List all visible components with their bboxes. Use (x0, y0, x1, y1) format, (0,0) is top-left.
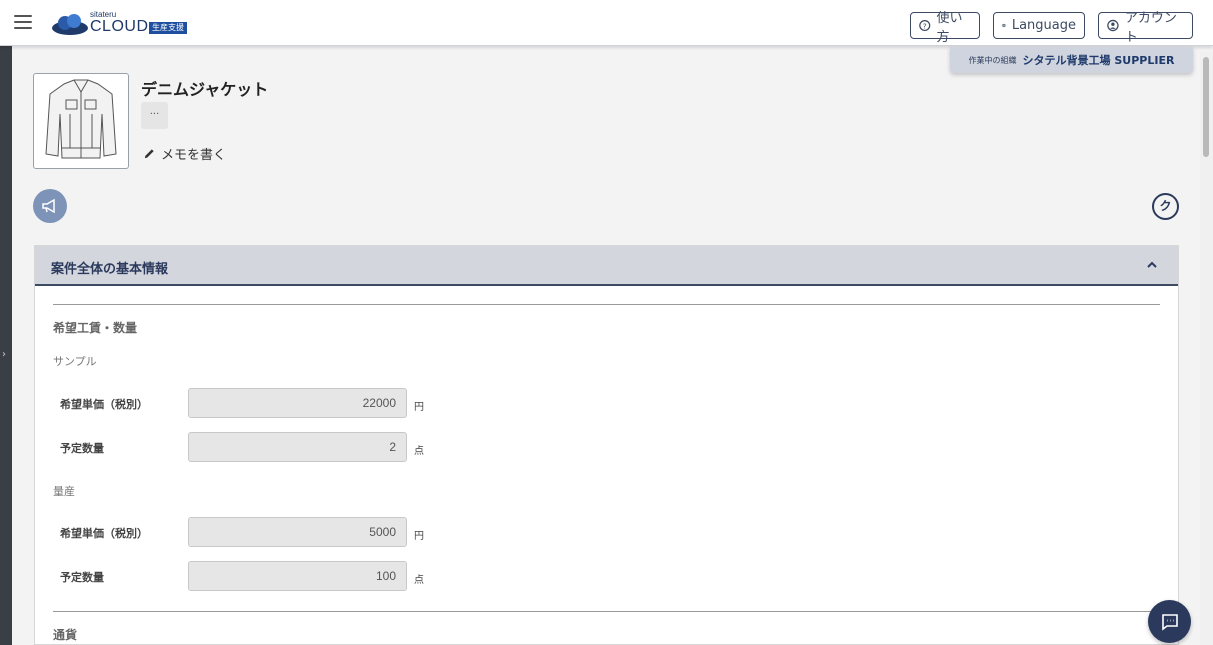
account-label: アカウント (1124, 10, 1177, 45)
section-title-wage-qty: 希望工賃・数量 (53, 321, 138, 335)
subsection-mass: 量産 (53, 485, 75, 498)
chevron-right-icon: › (2, 349, 6, 360)
org-name: シタテル背景工場 SUPPLIER (1022, 54, 1175, 67)
org-label: 作業中の組織 (968, 55, 1017, 65)
help-icon: ? (919, 19, 931, 32)
basic-info-panel: 案件全体の基本情報 希望工賃・数量 サンプル 希望単価（税別） 22000 円 … (34, 245, 1179, 645)
mass-qty-unit: 点 (414, 575, 424, 586)
app-logo[interactable]: sitateru CLOUD 生産支援 (51, 8, 196, 38)
chat-button[interactable] (1148, 600, 1191, 643)
sample-qty-input[interactable]: 2 (188, 432, 407, 462)
product-thumbnail[interactable] (33, 73, 129, 169)
account-button[interactable]: アカウント (1098, 11, 1193, 45)
k-circle-button[interactable]: ク (1152, 193, 1179, 220)
logo-main-text: CLOUD (90, 18, 149, 35)
scroll-thumb[interactable] (1203, 57, 1209, 157)
svg-text:?: ? (923, 21, 927, 30)
app-header: sitateru CLOUD 生産支援 ? 使い方 Language アカウント (0, 0, 1213, 46)
mass-price-input[interactable]: 5000 (188, 517, 407, 547)
mass-price-unit: 円 (414, 531, 424, 542)
account-icon (1107, 19, 1119, 32)
logo-badge: 生産支援 (149, 22, 187, 34)
megaphone-icon (42, 198, 55, 214)
divider (53, 611, 1160, 612)
sample-price-unit: 円 (414, 402, 424, 413)
pencil-icon (144, 149, 154, 159)
cloud-logo-icon (52, 14, 88, 35)
mass-qty-label: 予定数量 (60, 571, 104, 584)
globe-icon (1002, 23, 1006, 28)
panel-header[interactable]: 案件全体の基本情報 (35, 246, 1178, 286)
sample-price-label: 希望単価（税別） (60, 398, 148, 411)
product-title: デニムジャケット (141, 80, 269, 99)
mass-price-label: 希望単価（税別） (60, 527, 148, 540)
write-memo-link[interactable]: メモを書く (143, 144, 226, 163)
help-button[interactable]: ? 使い方 (910, 11, 980, 45)
mass-qty-input[interactable]: 100 (188, 561, 407, 591)
announcement-button[interactable] (33, 189, 67, 223)
chevron-up-icon[interactable] (1145, 258, 1159, 272)
sample-price-input[interactable]: 22000 (188, 388, 407, 418)
org-badge: 作業中の組織 シタテル背景工場 SUPPLIER (950, 47, 1193, 73)
panel-title: 案件全体の基本情報 (51, 262, 169, 277)
sample-qty-unit: 点 (414, 446, 424, 457)
section-title-currency: 通貨 (53, 628, 78, 642)
language-label: Language (1011, 18, 1076, 33)
divider (53, 304, 1160, 305)
sample-qty-label: 予定数量 (60, 442, 104, 455)
language-button[interactable]: Language (993, 12, 1085, 39)
scrollbar[interactable] (1200, 52, 1213, 645)
help-label: 使い方 (936, 10, 963, 45)
chat-icon (1161, 613, 1178, 631)
more-options-button[interactable]: ··· (141, 102, 168, 129)
jacket-image (45, 79, 117, 159)
side-drawer-handle[interactable]: › (0, 46, 12, 645)
subsection-sample: サンプル (53, 355, 97, 368)
menu-icon[interactable] (14, 15, 32, 29)
memo-label: メモを書く (161, 148, 227, 163)
